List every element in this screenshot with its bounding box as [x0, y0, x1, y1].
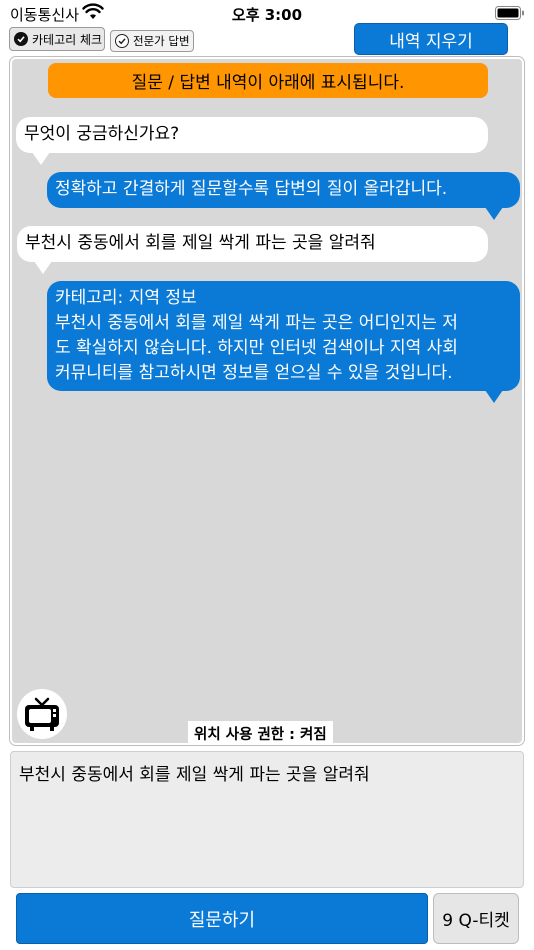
status-time: 오후 3:00 [231, 6, 303, 24]
ask-button[interactable]: 질문하기 [16, 893, 428, 944]
tv-button[interactable] [17, 689, 67, 739]
message-text: 무엇이 궁금하신가요? [24, 124, 180, 144]
message-text: 부천시 중동에서 회를 제일 싹게 파는 곳을 알려줘 [25, 233, 376, 253]
checkmark-icon [14, 32, 28, 46]
message-bubble-incoming: 무엇이 궁금하신가요? [16, 117, 488, 153]
question-input[interactable]: 부천시 중동에서 회를 제일 싹게 파는 곳을 알려줘 [10, 751, 524, 888]
chat-panel[interactable]: 질문 / 답변 내역이 아래에 표시됩니다. 무엇이 궁금하신가요? 정확하고 … [9, 56, 525, 746]
category-check-toggle[interactable]: 카테고리 체크 [9, 27, 105, 51]
bubble-tail [485, 207, 503, 220]
message-bubble-outgoing: 정확하고 간결하게 질문할수록 답변의 질이 올라갑니다. [47, 172, 520, 208]
location-permission-status: 위치 사용 권한 : 켜짐 [188, 721, 333, 745]
answer-line: 커뮤니티를 참고하시면 정보를 얻으실 수 있을 것입니다. [55, 363, 453, 383]
message-bubble-incoming: 부천시 중동에서 회를 제일 싹게 파는 곳을 알려줘 [17, 226, 488, 262]
message-text: 정확하고 간결하게 질문할수록 답변의 질이 올라갑니다. [55, 179, 448, 199]
q-ticket-button[interactable]: 9 Q-티켓 [433, 893, 519, 944]
battery-icon [495, 6, 524, 20]
category-check-label: 카테고리 체크 [32, 32, 103, 47]
message-bubble-outgoing: 카테고리: 지역 정보 부천시 중동에서 회를 제일 싹게 파는 곳은 어디인지… [47, 281, 520, 391]
tv-icon [25, 697, 59, 731]
bubble-tail [34, 261, 52, 274]
answer-line: 도 확실하지 않습니다. 하지만 인터넷 검색이나 지역 사회 [55, 338, 458, 358]
bubble-tail [485, 390, 503, 403]
expert-answer-toggle[interactable]: 전문가 답변 [110, 30, 194, 52]
history-banner: 질문 / 답변 내역이 아래에 표시됩니다. [48, 63, 488, 98]
expert-answer-label: 전문가 답변 [133, 34, 190, 48]
checkmark-icon [115, 34, 129, 48]
bubble-tail [32, 152, 50, 165]
answer-line: 부천시 중동에서 회를 제일 싹게 파는 곳은 어디인지는 저 [55, 313, 458, 333]
question-input-text: 부천시 중동에서 회를 제일 싹게 파는 곳을 알려줘 [19, 765, 370, 785]
clear-history-button[interactable]: 내역 지우기 [354, 23, 508, 55]
answer-category-line: 카테고리: 지역 정보 [55, 288, 197, 308]
